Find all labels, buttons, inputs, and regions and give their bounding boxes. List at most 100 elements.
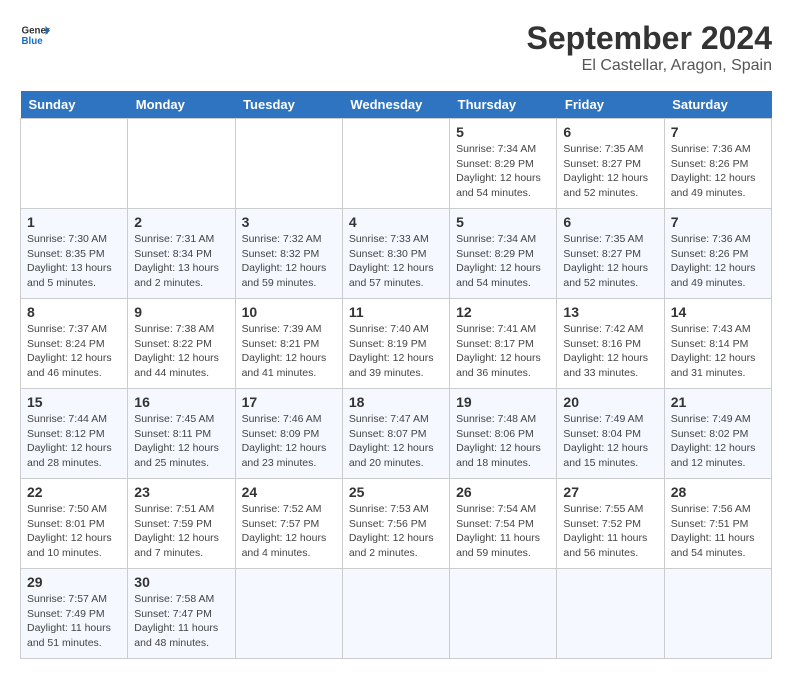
day-number: 27 — [563, 484, 657, 500]
day-info: Sunrise: 7:46 AM Sunset: 8:09 PM Dayligh… — [242, 412, 336, 471]
day-info: Sunrise: 7:44 AM Sunset: 8:12 PM Dayligh… — [27, 412, 121, 471]
day-number: 11 — [349, 304, 443, 320]
day-info: Sunrise: 7:33 AM Sunset: 8:30 PM Dayligh… — [349, 232, 443, 291]
day-info: Sunrise: 7:45 AM Sunset: 8:11 PM Dayligh… — [134, 412, 228, 471]
day-number: 6 — [563, 124, 657, 140]
day-info: Sunrise: 7:53 AM Sunset: 7:56 PM Dayligh… — [349, 502, 443, 561]
day-info: Sunrise: 7:58 AM Sunset: 7:47 PM Dayligh… — [134, 592, 228, 651]
calendar-cell: 7Sunrise: 7:36 AM Sunset: 8:26 PM Daylig… — [664, 119, 771, 209]
calendar-cell: 10Sunrise: 7:39 AM Sunset: 8:21 PM Dayli… — [235, 299, 342, 389]
calendar-cell: 23 Sunrise: 7:51 AM Sunset: 7:59 PM Dayli… — [128, 479, 235, 569]
day-number: 5 — [456, 124, 550, 140]
calendar-week-row: 1Sunrise: 7:30 AM Sunset: 8:35 PM Daylig… — [21, 209, 772, 299]
day-info: Sunrise: 7:32 AM Sunset: 8:32 PM Dayligh… — [242, 232, 336, 291]
logo-icon: General Blue — [20, 20, 50, 50]
calendar-cell: 1Sunrise: 7:30 AM Sunset: 8:35 PM Daylig… — [21, 209, 128, 299]
day-number: 3 — [242, 214, 336, 230]
page-header: General Blue September 2024 El Castellar… — [20, 20, 772, 75]
calendar-cell — [557, 569, 664, 659]
day-info: Sunrise: 7:30 AM Sunset: 8:35 PM Dayligh… — [27, 232, 121, 291]
calendar-cell: 29Sunrise: 7:57 AM Sunset: 7:49 PM Dayli… — [21, 569, 128, 659]
day-info: Sunrise: 7:52 AM Sunset: 7:57 PM Dayligh… — [242, 502, 336, 561]
day-info: Sunrise: 7:36 AM Sunset: 8:26 PM Dayligh… — [671, 232, 765, 291]
calendar-cell: 7 Sunrise: 7:36 AM Sunset: 8:26 PM Daylig… — [664, 209, 771, 299]
day-number: 18 — [349, 394, 443, 410]
col-wednesday: Wednesday — [342, 91, 449, 119]
calendar-cell — [128, 119, 235, 209]
day-info: Sunrise: 7:42 AM Sunset: 8:16 PM Dayligh… — [563, 322, 657, 381]
calendar-week-row: 8Sunrise: 7:37 AM Sunset: 8:24 PM Daylig… — [21, 299, 772, 389]
calendar-cell: 28Sunrise: 7:56 AM Sunset: 7:51 PM Dayli… — [664, 479, 771, 569]
day-number: 7 — [671, 214, 765, 230]
day-number: 29 — [27, 574, 121, 590]
calendar-cell: 4Sunrise: 7:33 AM Sunset: 8:30 PM Daylig… — [342, 209, 449, 299]
col-thursday: Thursday — [450, 91, 557, 119]
day-info: Sunrise: 7:54 AM Sunset: 7:54 PM Dayligh… — [456, 502, 550, 561]
calendar-cell — [235, 119, 342, 209]
calendar-cell: 21 Sunrise: 7:49 AM Sunset: 8:02 PM Dayli… — [664, 389, 771, 479]
day-info: Sunrise: 7:35 AM Sunset: 8:27 PM Dayligh… — [563, 142, 657, 201]
calendar-cell: 16Sunrise: 7:45 AM Sunset: 8:11 PM Dayli… — [128, 389, 235, 479]
col-tuesday: Tuesday — [235, 91, 342, 119]
calendar-cell — [664, 569, 771, 659]
day-info: Sunrise: 7:49 AM Sunset: 8:04 PM Dayligh… — [563, 412, 657, 471]
calendar-cell: 25 Sunrise: 7:53 AM Sunset: 7:56 PM Dayli… — [342, 479, 449, 569]
calendar-cell: 6Sunrise: 7:35 AM Sunset: 8:27 PM Daylig… — [557, 209, 664, 299]
calendar-cell: 20 Sunrise: 7:49 AM Sunset: 8:04 PM Dayli… — [557, 389, 664, 479]
calendar-cell: 5Sunrise: 7:34 AM Sunset: 8:29 PM Daylig… — [450, 209, 557, 299]
calendar-cell: 2Sunrise: 7:31 AM Sunset: 8:34 PM Daylig… — [128, 209, 235, 299]
location-title: El Castellar, Aragon, Spain — [527, 57, 772, 75]
calendar-cell — [342, 119, 449, 209]
calendar-cell: 24 Sunrise: 7:52 AM Sunset: 7:57 PM Dayli… — [235, 479, 342, 569]
day-number: 7 — [671, 124, 765, 140]
day-info: Sunrise: 7:41 AM Sunset: 8:17 PM Dayligh… — [456, 322, 550, 381]
day-info: Sunrise: 7:43 AM Sunset: 8:14 PM Dayligh… — [671, 322, 765, 381]
calendar-cell: 27 Sunrise: 7:55 AM Sunset: 7:52 PM Dayli… — [557, 479, 664, 569]
day-info: Sunrise: 7:48 AM Sunset: 8:06 PM Dayligh… — [456, 412, 550, 471]
calendar-cell: 8Sunrise: 7:37 AM Sunset: 8:24 PM Daylig… — [21, 299, 128, 389]
day-number: 15 — [27, 394, 121, 410]
calendar-cell: 12Sunrise: 7:41 AM Sunset: 8:17 PM Dayli… — [450, 299, 557, 389]
col-friday: Friday — [557, 91, 664, 119]
logo: General Blue — [20, 20, 50, 50]
calendar-cell: 3 Sunrise: 7:32 AM Sunset: 8:32 PM Daylig… — [235, 209, 342, 299]
day-number: 14 — [671, 304, 765, 320]
title-block: September 2024 El Castellar, Aragon, Spa… — [527, 20, 772, 75]
day-info: Sunrise: 7:56 AM Sunset: 7:51 PM Dayligh… — [671, 502, 765, 561]
day-number: 13 — [563, 304, 657, 320]
day-number: 21 — [671, 394, 765, 410]
calendar-cell: 11 Sunrise: 7:40 AM Sunset: 8:19 PM Dayli… — [342, 299, 449, 389]
calendar-week-row: 5 Sunrise: 7:34 AM Sunset: 8:29 PM Daylig… — [21, 119, 772, 209]
day-number: 25 — [349, 484, 443, 500]
svg-text:Blue: Blue — [22, 36, 44, 47]
calendar-cell: 18 Sunrise: 7:47 AM Sunset: 8:07 PM Dayli… — [342, 389, 449, 479]
calendar-week-row: 15 Sunrise: 7:44 AM Sunset: 8:12 PM Dayli… — [21, 389, 772, 479]
calendar-cell: 26 Sunrise: 7:54 AM Sunset: 7:54 PM Dayli… — [450, 479, 557, 569]
day-info: Sunrise: 7:50 AM Sunset: 8:01 PM Dayligh… — [27, 502, 121, 561]
month-title: September 2024 — [527, 20, 772, 57]
day-info: Sunrise: 7:40 AM Sunset: 8:19 PM Dayligh… — [349, 322, 443, 381]
day-info: Sunrise: 7:49 AM Sunset: 8:02 PM Dayligh… — [671, 412, 765, 471]
day-number: 2 — [134, 214, 228, 230]
day-info: Sunrise: 7:47 AM Sunset: 8:07 PM Dayligh… — [349, 412, 443, 471]
day-number: 23 — [134, 484, 228, 500]
day-info: Sunrise: 7:34 AM Sunset: 8:29 PM Dayligh… — [456, 142, 550, 201]
col-sunday: Sunday — [21, 91, 128, 119]
calendar-week-row: 22Sunrise: 7:50 AM Sunset: 8:01 PM Dayli… — [21, 479, 772, 569]
day-number: 8 — [27, 304, 121, 320]
col-monday: Monday — [128, 91, 235, 119]
day-info: Sunrise: 7:51 AM Sunset: 7:59 PM Dayligh… — [134, 502, 228, 561]
col-saturday: Saturday — [664, 91, 771, 119]
calendar-cell: 6 Sunrise: 7:35 AM Sunset: 8:27 PM Daylig… — [557, 119, 664, 209]
calendar-cell: 5 Sunrise: 7:34 AM Sunset: 8:29 PM Daylig… — [450, 119, 557, 209]
calendar-cell — [235, 569, 342, 659]
day-number: 26 — [456, 484, 550, 500]
day-number: 24 — [242, 484, 336, 500]
day-number: 5 — [456, 214, 550, 230]
day-number: 9 — [134, 304, 228, 320]
calendar-cell: 14 Sunrise: 7:43 AM Sunset: 8:14 PM Dayli… — [664, 299, 771, 389]
day-info: Sunrise: 7:55 AM Sunset: 7:52 PM Dayligh… — [563, 502, 657, 561]
day-number: 6 — [563, 214, 657, 230]
calendar-cell: 17Sunrise: 7:46 AM Sunset: 8:09 PM Dayli… — [235, 389, 342, 479]
day-number: 20 — [563, 394, 657, 410]
